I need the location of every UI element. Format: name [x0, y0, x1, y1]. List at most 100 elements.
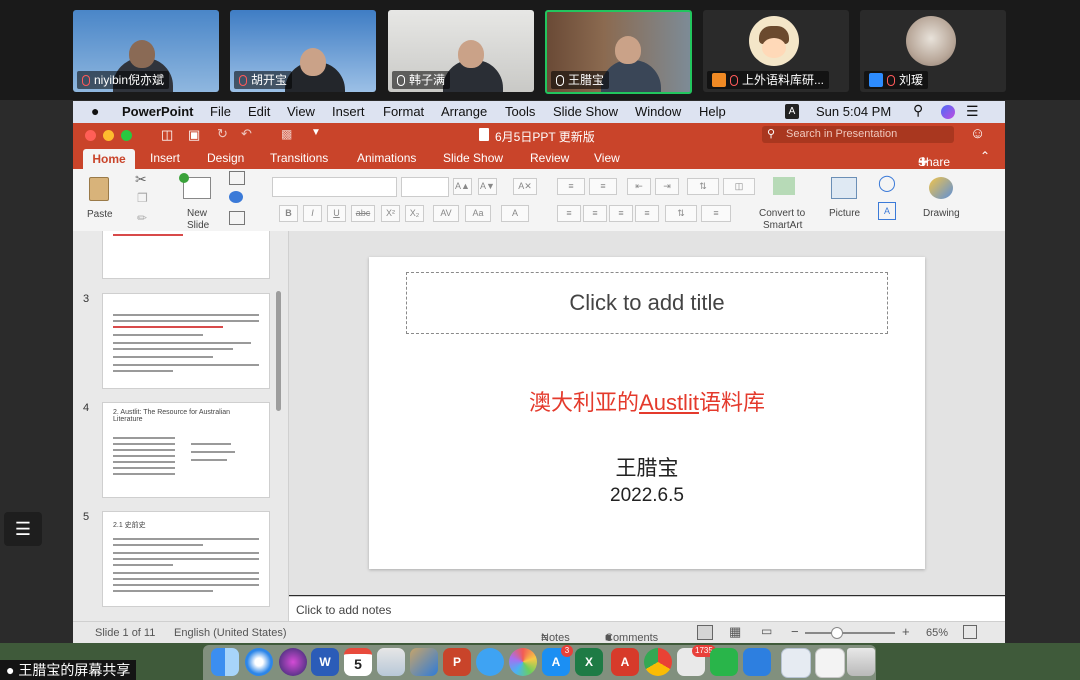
trash-icon[interactable] — [847, 648, 875, 676]
participant-tile[interactable]: niyibin倪亦斌 — [73, 10, 219, 92]
menu-arrange[interactable]: Arrange — [441, 104, 487, 119]
menu-file[interactable]: File — [210, 104, 231, 119]
increase-font-size-icon[interactable]: A▲ — [453, 178, 472, 195]
font-name-select[interactable] — [272, 177, 397, 197]
minimize-window-icon[interactable] — [103, 130, 114, 141]
columns-icon[interactable]: ◫ — [723, 178, 755, 195]
photo-app-icon[interactable] — [410, 648, 438, 676]
menu-view[interactable]: View — [287, 104, 315, 119]
slide-thumbnail[interactable] — [102, 231, 270, 279]
tab-insert[interactable]: Insert — [150, 151, 180, 165]
spotlight-icon[interactable]: ⚲ — [913, 102, 923, 119]
align-right-icon[interactable]: ≡ — [609, 205, 633, 222]
menu-insert[interactable]: Insert — [332, 104, 365, 119]
section-icon[interactable] — [229, 211, 245, 225]
powerpoint-icon[interactable]: P — [443, 648, 471, 676]
siri-icon[interactable] — [279, 648, 307, 676]
slide-subtitle[interactable]: 澳大利亚的Austlit语料库 — [369, 385, 925, 417]
acrobat-icon[interactable]: A — [611, 648, 639, 676]
apple-icon[interactable]: ● — [91, 103, 99, 119]
menu-format[interactable]: Format — [383, 104, 424, 119]
tab-home[interactable]: Home — [83, 149, 135, 169]
redo-icon[interactable]: ↻ — [217, 126, 228, 142]
control-center-icon[interactable]: ☰ — [966, 103, 979, 120]
meeting-app-icon[interactable] — [743, 648, 771, 676]
notes-pane[interactable]: Click to add notes — [289, 596, 1005, 622]
save-icon[interactable]: ▣ — [188, 127, 200, 143]
font-size-select[interactable] — [401, 177, 449, 197]
cut-icon[interactable]: ✂ — [135, 171, 147, 188]
smiley-feedback-icon[interactable]: ☺ — [970, 125, 985, 142]
line-spacing-icon[interactable]: ⇅ — [687, 178, 719, 195]
zoom-slider[interactable] — [805, 627, 895, 639]
safari-icon[interactable] — [245, 648, 273, 676]
thumbnail-scrollbar[interactable] — [276, 291, 281, 411]
chrome-icon[interactable] — [644, 648, 672, 676]
slide-date[interactable]: 2022.6.5 — [369, 485, 925, 507]
align-center-icon[interactable]: ≡ — [583, 205, 607, 222]
justify-icon[interactable]: ≡ — [635, 205, 659, 222]
bold-button[interactable]: B — [279, 205, 298, 222]
zoom-window-icon[interactable] — [121, 130, 132, 141]
decrease-font-size-icon[interactable]: A▼ — [478, 178, 497, 195]
bullets-icon[interactable]: ≡ — [557, 178, 585, 195]
participant-tile[interactable]: 上外语料库研... — [703, 10, 849, 92]
normal-view-icon[interactable] — [697, 625, 713, 640]
calendar-icon[interactable]: 5 — [344, 648, 372, 676]
font-color-icon[interactable]: A — [501, 205, 529, 222]
downloads-stack-icon[interactable] — [815, 648, 845, 678]
underline-button[interactable]: U — [327, 205, 346, 222]
photos-icon[interactable] — [509, 648, 537, 676]
new-slide-button[interactable]: New Slide — [179, 173, 219, 231]
align-text-icon[interactable]: ≡ — [701, 205, 731, 222]
preview-icon[interactable] — [377, 648, 405, 676]
title-placeholder[interactable]: Click to add title — [406, 272, 888, 334]
tab-slide-show[interactable]: Slide Show — [443, 151, 503, 165]
print-icon[interactable]: ▩ — [281, 127, 292, 141]
numbering-icon[interactable]: ≡ — [589, 178, 617, 195]
participant-tile-active[interactable]: 王腊宝 — [545, 10, 692, 94]
finder-icon[interactable] — [211, 648, 239, 676]
picture-button[interactable]: Picture — [827, 175, 867, 225]
slide-thumbnail-pane[interactable]: 3 4 2. Austlit: The Resource for Austral… — [73, 231, 289, 621]
slide-thumbnail[interactable]: 2. Austlit: The Resource for Australian … — [102, 402, 270, 498]
sidebar-toggle-icon[interactable]: ◫ — [161, 127, 173, 143]
subscript-button[interactable]: X₂ — [405, 205, 424, 222]
reset-icon[interactable] — [229, 191, 243, 203]
tab-review[interactable]: Review — [530, 151, 569, 165]
excel-icon[interactable]: X — [575, 648, 603, 676]
participant-tile[interactable]: 胡开宝 — [230, 10, 376, 92]
zoom-side-menu-button[interactable]: ☰ — [4, 512, 42, 546]
character-spacing-icon[interactable]: AV — [433, 205, 459, 222]
tab-transitions[interactable]: Transitions — [270, 151, 328, 165]
participant-tile[interactable]: 刘瑷 — [860, 10, 1006, 92]
undo-icon[interactable]: ↶ — [241, 126, 252, 142]
text-direction-icon[interactable]: ⇅ — [665, 205, 697, 222]
menu-app-name[interactable]: PowerPoint — [122, 104, 194, 119]
messages-icon[interactable] — [476, 648, 504, 676]
menu-window[interactable]: Window — [635, 104, 681, 119]
change-case-icon[interactable]: Aa — [465, 205, 491, 222]
collapse-ribbon-icon[interactable]: ⌃ — [980, 149, 990, 163]
decrease-indent-icon[interactable]: ⇤ — [627, 178, 651, 195]
menu-tools[interactable]: Tools — [505, 104, 535, 119]
convert-to-smartart-button[interactable]: Convert to SmartArt — [759, 175, 815, 231]
word-icon[interactable]: W — [311, 648, 339, 676]
slide-sorter-icon[interactable]: ▦ — [729, 624, 741, 640]
fit-to-window-icon[interactable] — [963, 625, 977, 639]
slide-thumbnail[interactable] — [102, 293, 270, 389]
superscript-button[interactable]: X² — [381, 205, 400, 222]
strikethrough-button[interactable]: abc — [351, 205, 375, 222]
language[interactable]: English (United States) — [174, 627, 287, 639]
siri-icon[interactable] — [941, 105, 955, 119]
clear-formatting-icon[interactable]: A✕ — [513, 178, 537, 195]
menu-edit[interactable]: Edit — [248, 104, 270, 119]
format-painter-icon[interactable]: ✏ — [137, 211, 147, 225]
drawing-button[interactable]: Drawing — [921, 175, 965, 225]
text-box-icon[interactable]: A — [878, 202, 896, 220]
italic-button[interactable]: I — [303, 205, 322, 222]
zoom-slider-thumb[interactable] — [831, 627, 843, 639]
zoom-out-button[interactable]: − — [791, 624, 799, 639]
document-preview-icon[interactable] — [781, 648, 811, 678]
menu-clock[interactable]: Sun 5:04 PM — [816, 104, 891, 119]
